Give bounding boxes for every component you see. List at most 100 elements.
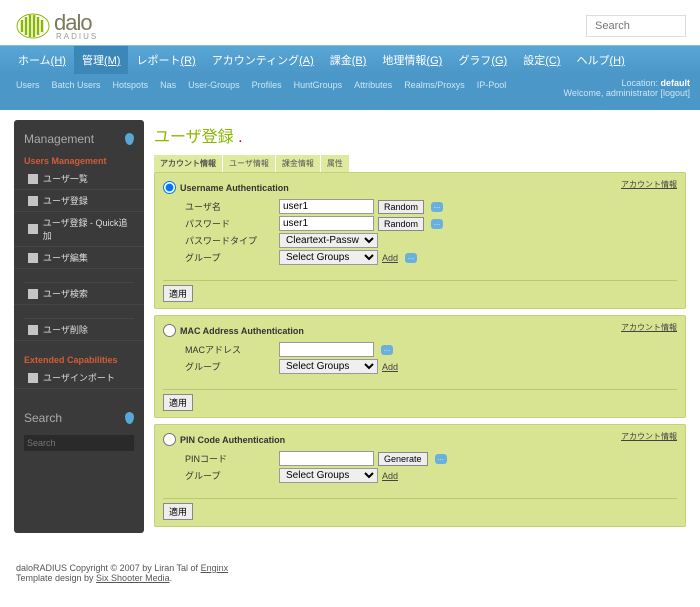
sidebar-item-label: ユーザ削除 [43,323,88,336]
subnav-item-ip-pool[interactable]: IP-Pool [471,78,513,98]
generate-pin-button[interactable]: Generate [378,452,428,466]
help-icon[interactable]: … [431,219,443,229]
subnav-item-user-groups[interactable]: User-Groups [182,78,246,98]
footer-copyright: daloRADIUS Copyright © 2007 by Liran Tal… [16,563,201,573]
subnav-item-huntgroups[interactable]: HuntGroups [288,78,349,98]
help-icon[interactable]: … [435,454,447,464]
subnav-item-profiles[interactable]: Profiles [246,78,288,98]
radio-mac-auth[interactable] [163,324,176,337]
group-select[interactable]: Select Groups [279,468,378,483]
welcome-user: administrator [606,88,658,98]
account-info-link[interactable]: アカウント情報 [621,431,677,442]
nav-item-設定[interactable]: 設定(C) [515,46,568,74]
footer-enginx-link[interactable]: Enginx [201,563,229,573]
footer: daloRADIUS Copyright © 2007 by Liran Tal… [0,549,700,607]
nav-item-地理情報[interactable]: 地理情報(G) [374,46,450,74]
sidebar-cat-extended: Extended Capabilities [14,349,144,367]
subnav-item-hotspots[interactable]: Hotspots [107,78,155,98]
subnav-item-realms/proxys[interactable]: Realms/Proxys [398,78,471,98]
sidebar-item-label: ユーザ登録 [43,194,88,207]
footer-sixshooter-link[interactable]: Six Shooter Media [96,573,170,583]
nav-item-ヘルプ[interactable]: ヘルプ(H) [568,46,632,74]
sidebar-item-label: ユーザ編集 [43,251,88,264]
sidebar-item[interactable]: ユーザ検索 [14,283,144,305]
sub-nav: UsersBatch UsersHotspotsNasUser-GroupsPr… [0,74,700,110]
mac-label: MACアドレス [185,343,275,356]
page-icon [28,289,38,299]
page-icon [28,196,38,206]
group-select[interactable]: Select Groups [279,250,378,265]
nav-item-ホーム[interactable]: ホーム(H) [10,46,74,74]
sidebar-item-label: ユーザ一覧 [43,172,88,185]
nav-item-アカウンティング[interactable]: アカウンティング(A) [204,46,322,74]
location-value: default [660,78,690,88]
help-icon[interactable]: … [405,253,417,263]
help-icon[interactable]: … [381,345,393,355]
panel-username-auth: アカウント情報 Username Authentication ユーザ名 Ran… [154,172,686,309]
logout-link[interactable]: [logout] [660,88,690,98]
sidebar-item[interactable]: ユーザ削除 [14,319,144,341]
drop-icon [125,412,134,424]
add-group-link[interactable]: Add [382,362,398,372]
tabs: アカウント情報ユーザ情報課金情報属性 [154,155,686,172]
apply-button[interactable]: 適用 [163,285,193,302]
subnav-item-nas[interactable]: Nas [154,78,182,98]
nav-item-レポート[interactable]: レポート(R) [128,46,203,74]
password-type-select[interactable]: Cleartext-Password [279,233,378,248]
location-label: Location: [621,78,658,88]
sidebar-item-label: ユーザ検索 [43,287,88,300]
username-label: ユーザ名 [185,200,275,213]
group-label: グループ [185,469,275,482]
add-group-link[interactable]: Add [382,471,398,481]
username-input[interactable] [279,199,374,214]
random-username-button[interactable]: Random [378,200,424,214]
pin-input[interactable] [279,451,374,466]
subnav-item-batch users[interactable]: Batch Users [46,78,107,98]
nav-item-管理[interactable]: 管理(M) [74,46,129,74]
radio-username-auth[interactable] [163,181,176,194]
help-icon[interactable]: … [431,202,443,212]
sidebar-title-search: Search [24,411,62,425]
sidebar-item-label: ユーザ登録 - Quick追加 [43,216,134,242]
global-search-input[interactable] [586,15,686,37]
page-icon [28,373,38,383]
password-input[interactable] [279,216,374,231]
sidebar-item[interactable]: ユーザインポート [14,367,144,389]
subnav-item-users[interactable]: Users [10,78,46,98]
mac-input[interactable] [279,342,374,357]
tab-1[interactable]: ユーザ情報 [223,155,275,172]
nav-item-課金[interactable]: 課金(B) [322,46,375,74]
sidebar-item[interactable]: ユーザ登録 - Quick追加 [14,212,144,247]
page-icon [28,224,38,234]
account-info-link[interactable]: アカウント情報 [621,179,677,190]
page-icon [28,174,38,184]
group-label: グループ [185,251,275,264]
nav-item-グラフ[interactable]: グラフ(G) [450,46,515,74]
password-label: パスワード [185,217,275,230]
panel-title-mac: MAC Address Authentication [180,326,304,336]
page-icon [28,325,38,335]
page-title: ユーザ登録 . [154,120,686,155]
group-label: グループ [185,360,275,373]
group-select[interactable]: Select Groups [279,359,378,374]
panel-pin-auth: アカウント情報 PIN Code Authentication PINコード G… [154,424,686,527]
pin-label: PINコード [185,452,275,465]
tab-2[interactable]: 課金情報 [276,155,320,172]
tab-3[interactable]: 属性 [321,155,349,172]
radio-pin-auth[interactable] [163,433,176,446]
sidebar-item[interactable]: ユーザ登録 [14,190,144,212]
header: dalo RADIUS [0,0,700,45]
sidebar-item[interactable]: ユーザ一覧 [14,168,144,190]
page-title-text: ユーザ登録 [154,129,234,146]
random-password-button[interactable]: Random [378,217,424,231]
subnav-item-attributes[interactable]: Attributes [348,78,398,98]
account-info-link[interactable]: アカウント情報 [621,322,677,333]
apply-button[interactable]: 適用 [163,394,193,411]
logo-icon [14,12,52,40]
apply-button[interactable]: 適用 [163,503,193,520]
add-group-link[interactable]: Add [382,253,398,263]
tab-0[interactable]: アカウント情報 [154,155,222,172]
sidebar-item[interactable]: ユーザ編集 [14,247,144,269]
sidebar-title-management: Management [24,132,94,146]
sidebar-search-input[interactable] [24,435,134,451]
